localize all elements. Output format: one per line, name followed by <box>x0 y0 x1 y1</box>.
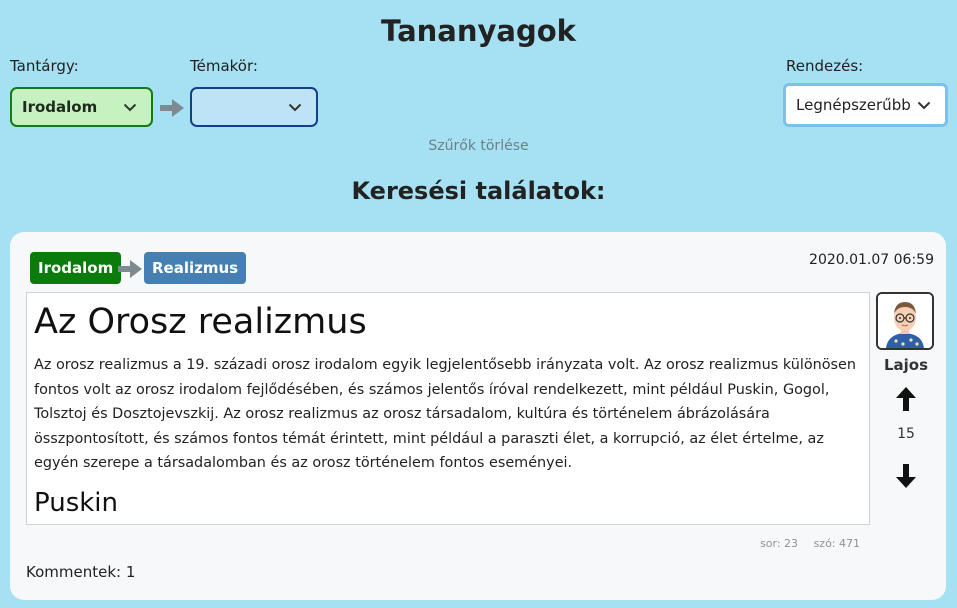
content-heading: Az Orosz realizmus <box>34 302 367 342</box>
content-preview[interactable]: Az Orosz realizmus Az orosz realizmus a … <box>26 292 870 525</box>
result-card[interactable]: Irodalom Realizmus 2020.01.07 06:59 Az O… <box>10 232 946 600</box>
avatar-icon[interactable] <box>876 292 934 350</box>
comments-count[interactable]: Kommentek: 1 <box>26 563 135 581</box>
chevron-down-icon <box>119 103 141 112</box>
results-title: Keresési találatok: <box>351 177 606 205</box>
topic-badge[interactable]: Realizmus <box>144 252 247 284</box>
arrow-right-icon <box>118 260 142 278</box>
content-body: Az orosz realizmus a 19. századi orosz i… <box>34 357 857 471</box>
topic-label: Témakör: <box>190 57 258 75</box>
topic-select[interactable] <box>190 87 318 127</box>
chevron-down-icon <box>913 101 935 110</box>
chevron-down-icon <box>284 103 306 112</box>
subject-badge[interactable]: Irodalom <box>30 252 122 284</box>
line-count: sor: 23 <box>760 537 799 550</box>
content-stats: sor: 23 szó: 471 <box>748 537 860 550</box>
arrow-up-icon[interactable] <box>895 386 917 412</box>
sort-select[interactable]: Legnépszerűbb <box>783 83 948 127</box>
arrow-right-icon <box>160 99 184 117</box>
page: Tananyagok Tantárgy: Irodalom Témakör: R… <box>0 0 957 608</box>
subject-select-value: Irodalom <box>22 98 98 116</box>
clear-filters-link[interactable]: Szűrők törlése <box>0 138 957 154</box>
vote-count: 15 <box>897 426 915 442</box>
subject-label: Tantárgy: <box>10 57 79 75</box>
card-date: 2020.01.07 06:59 <box>809 252 934 268</box>
page-title: Tananyagok <box>381 14 576 48</box>
sort-label: Rendezés: <box>786 57 864 75</box>
arrow-down-icon[interactable] <box>895 463 917 489</box>
author-name[interactable]: Lajos <box>876 356 936 374</box>
sort-select-value: Legnépszerűbb <box>796 96 911 114</box>
word-count: szó: 471 <box>813 537 860 550</box>
subject-select[interactable]: Irodalom <box>10 87 153 127</box>
content-subheading: Puskin <box>34 487 119 518</box>
